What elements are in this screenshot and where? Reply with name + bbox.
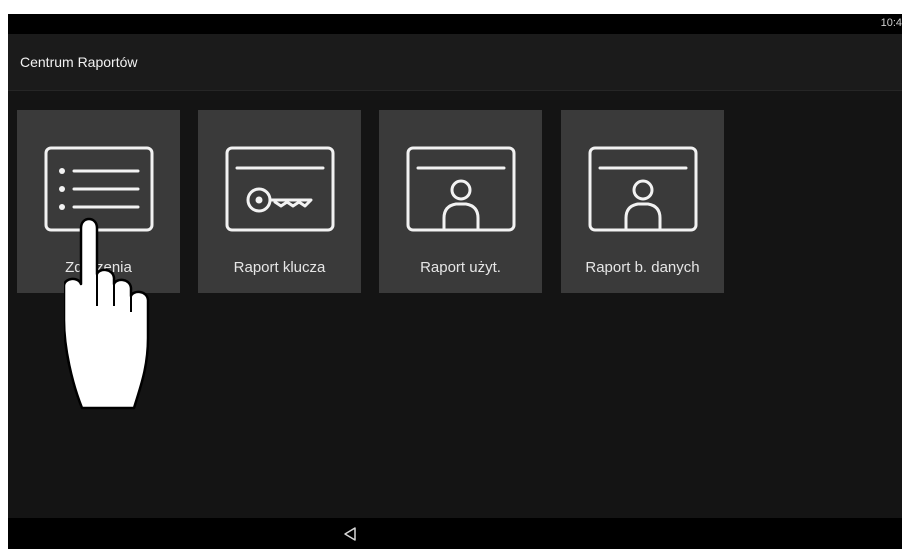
user-card-icon — [588, 146, 698, 232]
user-card-icon — [406, 146, 516, 232]
tile-label: Raport klucza — [233, 259, 326, 276]
tile-user-report[interactable]: Raport użyt. — [379, 110, 542, 293]
event-list-icon — [44, 146, 154, 232]
tile-events[interactable]: Zdarzenia — [17, 110, 180, 293]
tile-database-report[interactable]: Raport b. danych — [561, 110, 724, 293]
key-card-icon — [225, 146, 335, 232]
screen: 10:4 Centrum Raportów Zdarzenia Raport k… — [8, 14, 902, 549]
app-title: Centrum Raportów — [20, 54, 138, 70]
tile-label: Raport użyt. — [420, 259, 501, 276]
status-time: 10:4 — [880, 17, 902, 29]
tile-label: Zdarzenia — [65, 259, 132, 276]
navigation-bar — [8, 518, 902, 549]
back-triangle-icon[interactable] — [342, 526, 358, 542]
app-bar: Centrum Raportów — [8, 34, 902, 91]
status-bar: 10:4 — [8, 14, 902, 34]
tile-label: Raport b. danych — [585, 259, 700, 276]
tile-key-report[interactable]: Raport klucza — [198, 110, 361, 293]
